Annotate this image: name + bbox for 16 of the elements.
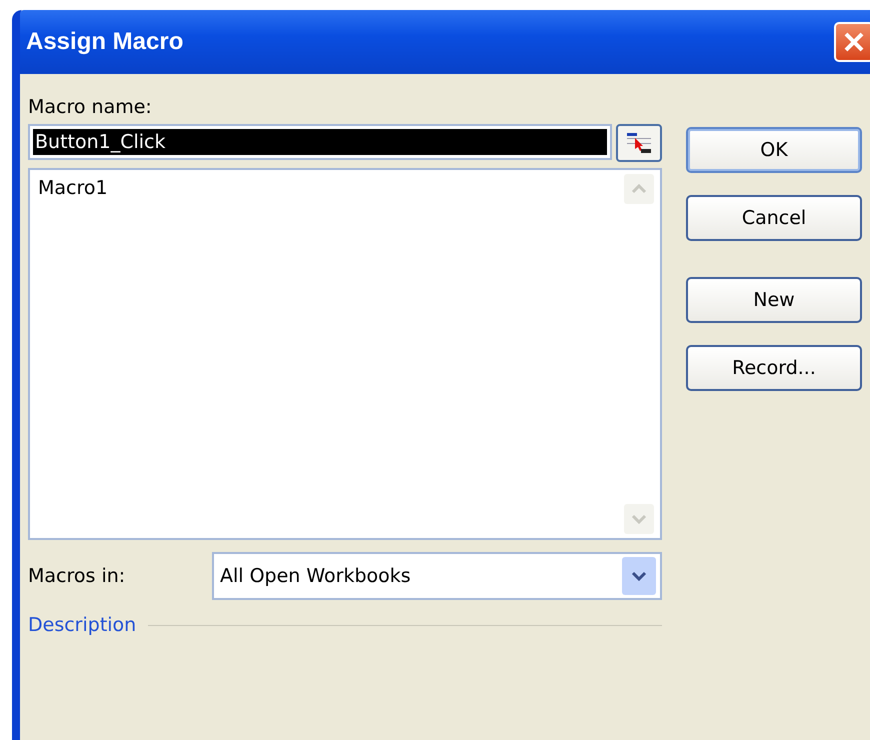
list-item[interactable]: Macro1 <box>36 176 110 200</box>
section-heading: Description <box>28 614 136 636</box>
range-select-button[interactable] <box>616 124 662 162</box>
field-label: Macro name: <box>28 96 153 118</box>
close-button[interactable] <box>834 22 870 62</box>
macro-name-field[interactable]: Button1_Click <box>28 124 612 160</box>
range-select-icon <box>625 130 653 156</box>
field-label: Macros in: <box>28 565 126 587</box>
dialog-button[interactable]: Cancel <box>686 195 862 241</box>
window-title: Assign Macro <box>26 28 184 56</box>
dialog-button[interactable]: OK <box>686 127 862 173</box>
dialog-button[interactable]: New <box>686 277 862 323</box>
close-icon <box>842 30 866 54</box>
macro-list[interactable]: Macro1 <box>28 168 662 540</box>
dialog-button[interactable]: Record... <box>686 345 862 391</box>
macros-in-dropdown[interactable]: All Open Workbooks <box>212 552 662 600</box>
